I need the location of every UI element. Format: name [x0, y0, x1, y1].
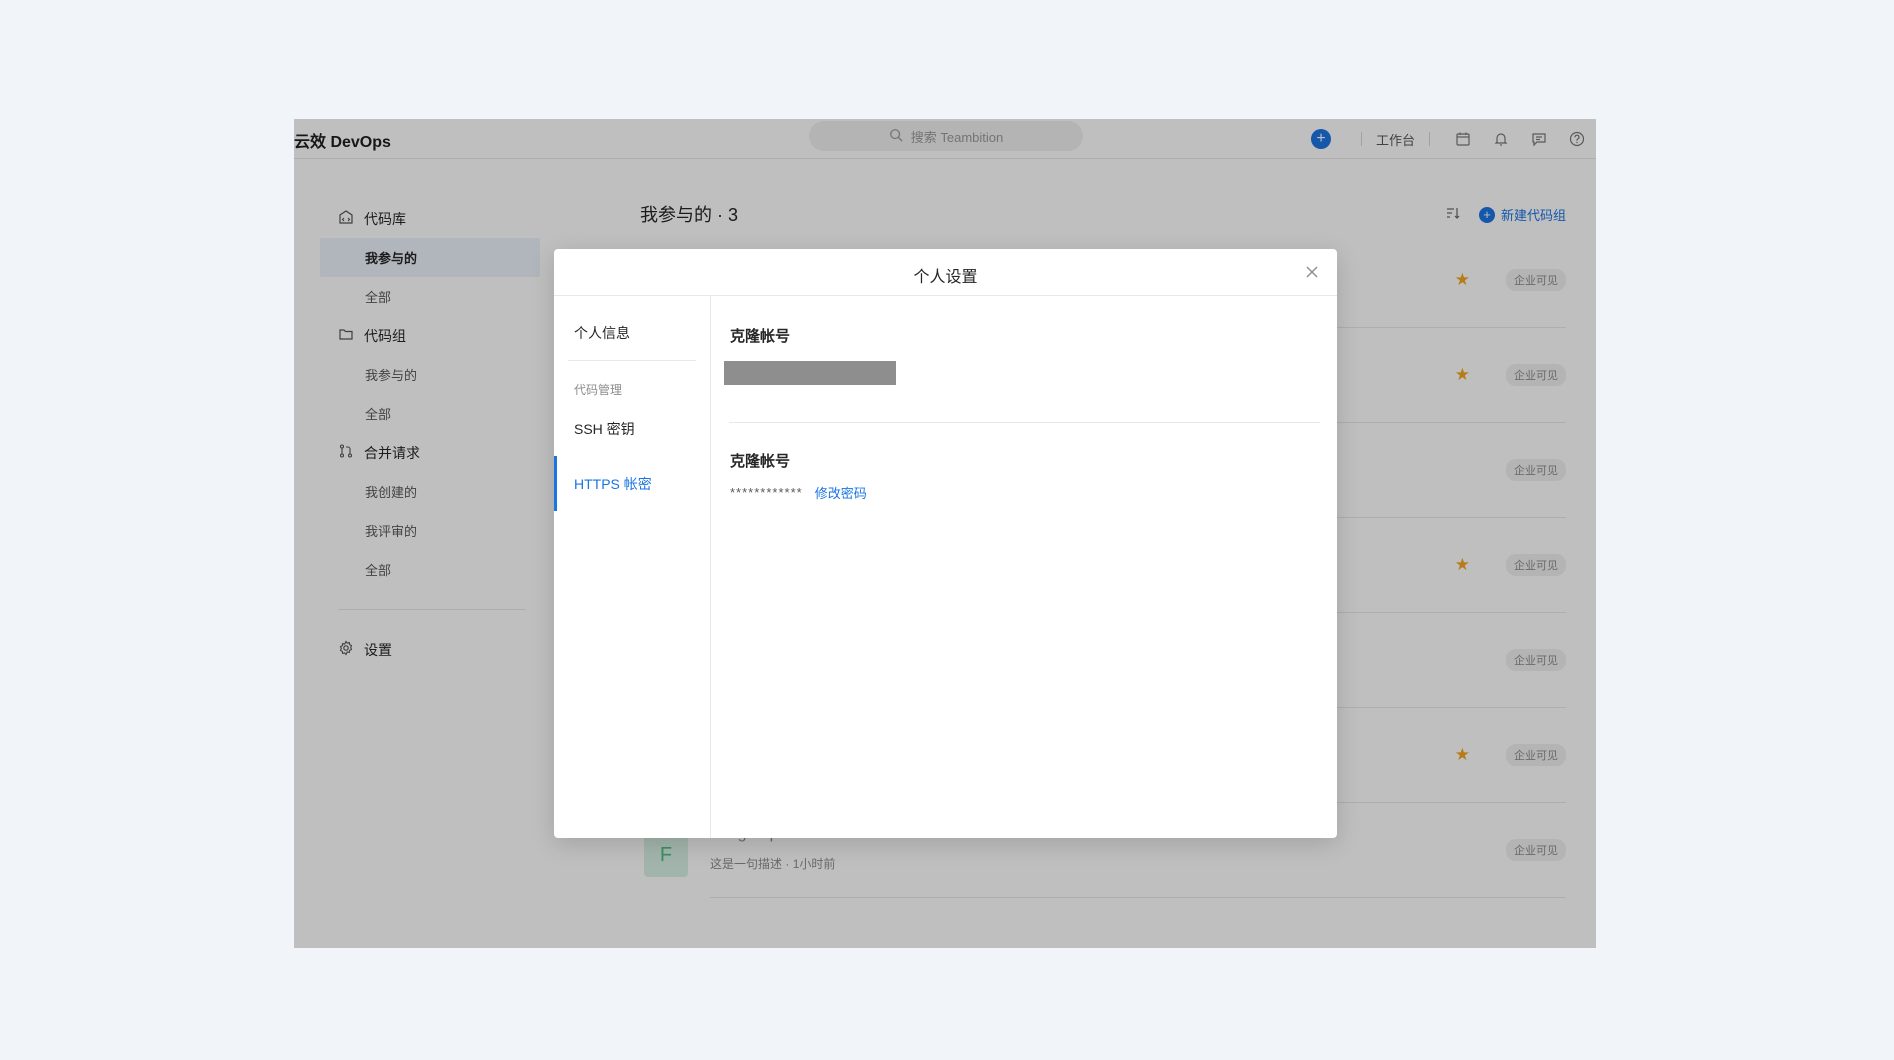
password-mask: ************ [730, 485, 803, 500]
clone-password-heading: 克隆帐号 [730, 453, 791, 470]
section-divider [729, 422, 1320, 423]
nav-ssh-keys[interactable]: SSH 密钥 [554, 401, 710, 456]
modal-header: 个人设置 [554, 249, 1337, 296]
nav-profile[interactable]: 个人信息 [554, 305, 710, 360]
modal-nav: 个人信息 代码管理 SSH 密钥 HTTPS 帐密 [554, 296, 711, 838]
modal-body: 克隆帐号 克隆帐号 ************ 修改密码 [712, 296, 1337, 838]
modal-title: 个人设置 [913, 269, 978, 286]
nav-https-credentials[interactable]: HTTPS 帐密 [554, 456, 710, 511]
redacted-username [724, 361, 896, 385]
settings-modal: 个人设置 个人信息 代码管理 SSH 密钥 HTTPS 帐密 克隆帐号 克隆帐号… [554, 249, 1337, 838]
change-password-link[interactable]: 修改密码 [815, 483, 867, 502]
nav-group-label: 代码管理 [574, 383, 623, 397]
clone-account-heading: 克隆帐号 [730, 328, 791, 345]
password-row: ************ 修改密码 [730, 483, 1320, 502]
close-icon[interactable] [1301, 261, 1323, 283]
